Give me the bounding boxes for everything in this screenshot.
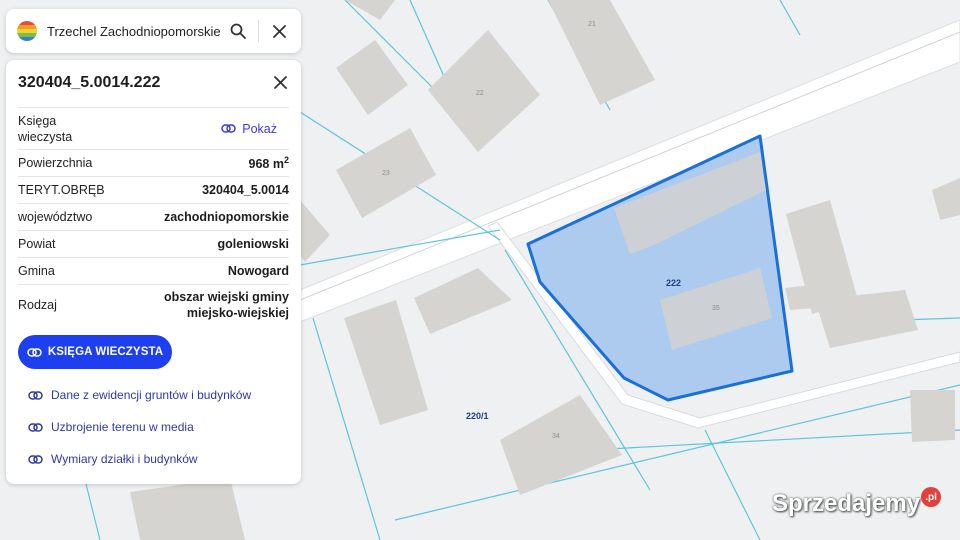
- link-label: Wymiary działki i budynków: [51, 452, 198, 466]
- search-icon[interactable]: [224, 17, 252, 45]
- attr-label: Powiat: [18, 237, 56, 251]
- parcel-title: 320404_5.0014.222: [18, 74, 161, 91]
- ksiega-wieczysta-button[interactable]: KSIĘGA WIECZYSTA: [18, 335, 172, 369]
- attr-row-powierzchnia: Powierzchnia 968 m2: [18, 149, 289, 176]
- sprzedajemy-watermark: Sprzedajemy .pl: [772, 487, 942, 518]
- attr-row-ksiega: Księga wieczysta Pokaż: [18, 107, 289, 149]
- parcel-number-label: 222: [666, 278, 681, 288]
- building-right-c: [910, 390, 955, 442]
- attr-label: województwo: [18, 210, 93, 224]
- attr-label: Gmina: [18, 264, 55, 278]
- link-wymiary[interactable]: Wymiary działki i budynków: [28, 452, 198, 466]
- panel-close-icon[interactable]: [270, 72, 290, 92]
- pokaz-link[interactable]: Pokaż: [221, 122, 277, 136]
- attr-value: 968 m2: [248, 154, 289, 172]
- attr-value: obszar wiejski gminy miejsko-wiejskiej: [163, 289, 289, 320]
- building-number-22: 22: [476, 90, 484, 97]
- attr-row-wojewodztwo: województwo zachodniopomorskie: [18, 203, 289, 230]
- close-icon[interactable]: [265, 17, 293, 45]
- attr-row-rodzaj: Rodzaj obszar wiejski gminy miejsko-wiej…: [18, 284, 289, 324]
- link-label: Dane z ewidencji gruntów i budynków: [51, 388, 252, 402]
- building-number-23: 23: [382, 170, 390, 177]
- attr-label: TERYT.OBRĘB: [18, 183, 105, 197]
- watermark-text: Sprzedajemy: [772, 490, 921, 517]
- search-separator: [258, 20, 259, 42]
- link-icon: [28, 390, 43, 400]
- attr-label: Powierzchnia: [18, 156, 93, 170]
- attr-row-powiat: Powiat goleniowski: [18, 230, 289, 257]
- link-icon: [28, 454, 43, 464]
- neighbour-parcel-label: 220/1: [466, 411, 489, 421]
- watermark-badge: .pl: [921, 487, 942, 507]
- link-icon: [28, 422, 43, 432]
- geoportal-logo-icon: [17, 21, 37, 41]
- attr-row-teryt: TERYT.OBRĘB 320404_5.0014: [18, 176, 289, 203]
- attr-value: 320404_5.0014: [202, 183, 289, 197]
- search-bar: Trzechel Zachodniopomorskie: [6, 9, 301, 53]
- search-query[interactable]: Trzechel Zachodniopomorskie: [47, 24, 224, 39]
- building-number-35: 35: [712, 305, 720, 312]
- building-number-34: 34: [552, 433, 560, 440]
- link-icon: [27, 347, 42, 357]
- attr-label: Rodzaj: [18, 297, 57, 312]
- attr-row-gmina: Gmina Nowogard: [18, 257, 289, 284]
- ksiega-wieczysta-label: KSIĘGA WIECZYSTA: [47, 346, 164, 358]
- link-label: Uzbrojenie terenu w media: [51, 420, 194, 434]
- link-ewidencja[interactable]: Dane z ewidencji gruntów i budynków: [28, 388, 251, 402]
- attr-value: zachodniopomorskie: [163, 210, 289, 224]
- building-right-e: [785, 285, 815, 310]
- link-icon: [221, 124, 236, 133]
- building-number-21: 21: [588, 21, 596, 28]
- attr-value: goleniowski: [217, 237, 289, 251]
- parcel-attributes: Księga wieczysta Pokaż Powierzchnia 968 …: [18, 107, 289, 324]
- attr-value: Nowogard: [227, 264, 289, 278]
- pokaz-label: Pokaż: [242, 121, 277, 136]
- link-uzbrojenie[interactable]: Uzbrojenie terenu w media: [28, 420, 194, 434]
- parcel-info-panel: 320404_5.0014.222 Księga wieczysta Pokaż…: [6, 60, 301, 484]
- attr-label: Księga wieczysta: [18, 113, 73, 144]
